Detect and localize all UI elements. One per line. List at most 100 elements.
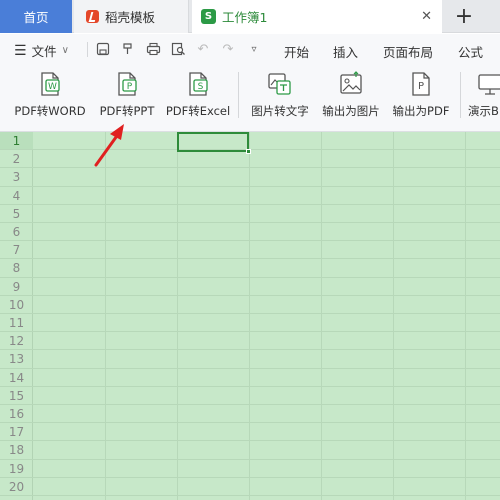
selected-cell-a1[interactable] bbox=[177, 132, 249, 152]
presentation-button[interactable]: 演示B bbox=[468, 70, 500, 124]
pdf-to-excel-button[interactable]: S PDF转Excel bbox=[164, 70, 232, 124]
fill-handle[interactable] bbox=[246, 149, 251, 154]
row-number[interactable]: 14 bbox=[0, 369, 33, 387]
hamburger-icon: ☰ bbox=[14, 42, 27, 59]
tab-home[interactable]: 首页 bbox=[0, 0, 72, 33]
row-number[interactable]: 3 bbox=[0, 168, 33, 187]
chevron-down-icon: ∨ bbox=[61, 45, 69, 56]
row-number[interactable]: 20 bbox=[0, 478, 33, 496]
row-gridline bbox=[33, 294, 500, 296]
print-preview-icon[interactable] bbox=[170, 41, 186, 57]
export-pdf-label: 输出为PDF bbox=[392, 104, 450, 118]
format-painter-icon[interactable] bbox=[120, 41, 136, 57]
presentation-icon bbox=[478, 74, 500, 95]
customize-dropdown-icon[interactable]: ▿ bbox=[246, 41, 262, 57]
row-number[interactable]: 6 bbox=[0, 223, 33, 242]
row-gridline bbox=[33, 203, 500, 205]
file-menu-label: 文件 bbox=[31, 44, 57, 59]
image-to-text-button[interactable]: 图片转文字 bbox=[247, 70, 313, 124]
row-header: 123456789101112131415161718192021 bbox=[0, 132, 33, 500]
tab-docer-templates[interactable]: 稻壳模板 bbox=[74, 0, 189, 33]
divider bbox=[238, 72, 239, 118]
row-gridline bbox=[33, 440, 500, 442]
save-icon[interactable] bbox=[95, 41, 111, 57]
image-to-text-label: 图片转文字 bbox=[251, 104, 309, 118]
row-number[interactable]: 8 bbox=[0, 259, 33, 278]
pdf-to-excel-icon: S bbox=[189, 72, 208, 96]
tab-docer-label: 稻壳模板 bbox=[105, 10, 156, 25]
menu-bar: ☰ 文件 ∨ ↶ ↷ ▿ 开始 插入 页面布局 公式 bbox=[0, 34, 500, 64]
row-number[interactable]: 5 bbox=[0, 205, 33, 223]
tab-workbook-label: 工作簿1 bbox=[222, 10, 268, 25]
row-number[interactable]: 17 bbox=[0, 423, 33, 442]
row-gridline bbox=[33, 222, 500, 223]
pdf-to-excel-label: PDF转Excel bbox=[165, 104, 231, 118]
word-letter: W bbox=[48, 82, 57, 92]
row-number[interactable]: 13 bbox=[0, 350, 33, 369]
row-number[interactable]: 15 bbox=[0, 387, 33, 405]
row-gridline bbox=[33, 185, 500, 187]
row-number[interactable]: 2 bbox=[0, 150, 33, 169]
row-gridline bbox=[33, 367, 500, 369]
row-gridline bbox=[33, 331, 500, 333]
row-gridline bbox=[33, 258, 500, 260]
tab-home-label: 首页 bbox=[23, 10, 49, 25]
docer-logo-icon bbox=[86, 10, 99, 23]
pdf-to-ppt-button[interactable]: P PDF转PPT bbox=[96, 70, 158, 124]
row-gridline bbox=[33, 276, 500, 278]
new-tab-button[interactable]: + bbox=[444, 0, 484, 33]
row-gridline bbox=[33, 476, 500, 478]
export-image-button[interactable]: 输出为图片 bbox=[318, 70, 384, 124]
redo-icon[interactable]: ↷ bbox=[220, 41, 236, 57]
column-gridline bbox=[177, 132, 178, 500]
divider bbox=[87, 42, 88, 57]
column-gridline bbox=[321, 132, 322, 500]
row-gridline bbox=[33, 404, 500, 405]
pdf-to-ppt-label: PDF转PPT bbox=[99, 104, 155, 118]
ribbon-toolbar: W PDF转WORD P PDF转PPT S PDF转Excel 图片转文字 输… bbox=[0, 64, 500, 132]
undo-icon[interactable]: ↶ bbox=[195, 41, 211, 57]
menu-item-home[interactable]: 开始 bbox=[284, 42, 309, 61]
row-number[interactable]: 4 bbox=[0, 187, 33, 205]
tab-workbook[interactable]: S 工作簿1 ✕ bbox=[192, 0, 442, 33]
close-icon[interactable]: ✕ bbox=[421, 9, 432, 24]
spreadsheet-icon: S bbox=[201, 9, 216, 24]
row-number[interactable]: 21 bbox=[0, 496, 33, 500]
row-number[interactable]: 12 bbox=[0, 332, 33, 351]
row-number[interactable]: 16 bbox=[0, 405, 33, 424]
row-gridline bbox=[33, 495, 500, 496]
row-number[interactable]: 10 bbox=[0, 296, 33, 314]
column-gridline bbox=[249, 132, 250, 500]
row-gridline bbox=[33, 458, 500, 460]
column-gridline bbox=[465, 132, 466, 500]
menu-item-insert[interactable]: 插入 bbox=[333, 42, 358, 61]
export-pdf-button[interactable]: P 输出为PDF bbox=[389, 70, 453, 124]
row-number[interactable]: 1 bbox=[0, 132, 33, 151]
pdf-to-word-icon: W bbox=[41, 72, 60, 96]
row-gridline bbox=[33, 349, 500, 351]
column-gridline bbox=[393, 132, 394, 500]
menu-item-formulas[interactable]: 公式 bbox=[458, 42, 483, 61]
row-number[interactable]: 7 bbox=[0, 241, 33, 260]
spreadsheet-grid[interactable]: 123456789101112131415161718192021 bbox=[0, 132, 500, 500]
row-number[interactable]: 18 bbox=[0, 441, 33, 460]
excel-letter: S bbox=[198, 82, 204, 92]
row-number[interactable]: 9 bbox=[0, 278, 33, 296]
pdf-to-word-button[interactable]: W PDF转WORD bbox=[12, 70, 88, 124]
print-icon[interactable] bbox=[145, 41, 161, 57]
row-gridline bbox=[33, 240, 500, 242]
row-number[interactable]: 19 bbox=[0, 460, 33, 478]
row-gridline bbox=[33, 167, 500, 169]
menu-item-page-layout[interactable]: 页面布局 bbox=[383, 42, 433, 61]
pdf-to-word-label: PDF转WORD bbox=[14, 104, 86, 118]
file-menu-button[interactable]: ☰ 文件 ∨ bbox=[14, 41, 69, 60]
export-image-label: 输出为图片 bbox=[322, 104, 380, 118]
row-gridline bbox=[33, 385, 500, 387]
pdf-to-ppt-icon: P bbox=[118, 72, 137, 96]
ppt-letter: P bbox=[127, 82, 133, 92]
row-gridline bbox=[33, 149, 500, 151]
row-gridline bbox=[33, 313, 500, 314]
divider bbox=[460, 72, 461, 118]
row-number[interactable]: 11 bbox=[0, 314, 33, 333]
plus-icon: + bbox=[454, 4, 474, 29]
